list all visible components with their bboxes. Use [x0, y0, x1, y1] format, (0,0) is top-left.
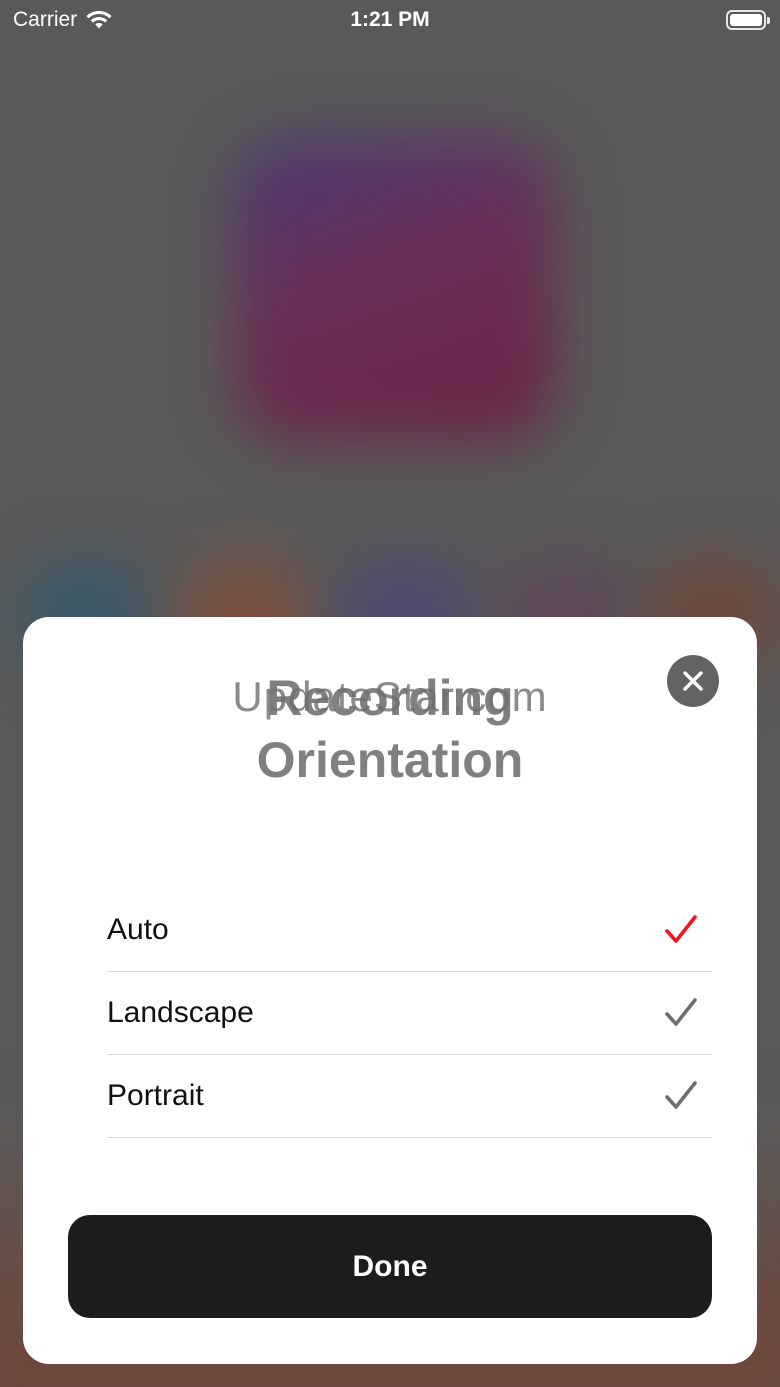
- status-bar: Carrier 1:21 PM: [0, 0, 780, 44]
- status-time: 1:21 PM: [350, 8, 430, 31]
- option-auto[interactable]: Auto: [107, 889, 712, 972]
- checkmark-icon: [665, 1081, 697, 1109]
- battery-fill: [730, 14, 762, 26]
- checkmark-icon: [665, 915, 697, 943]
- option-label: Auto: [107, 913, 169, 946]
- watermark-text: UpdateStar.com: [232, 673, 548, 720]
- checkmark-icon: [665, 998, 697, 1026]
- blurred-app-artwork: [235, 140, 555, 440]
- battery-tip: [767, 17, 770, 24]
- orientation-options: Auto Landscape Portrait: [107, 889, 712, 1138]
- option-label: Landscape: [107, 996, 254, 1029]
- done-button[interactable]: Done: [68, 1215, 712, 1318]
- orientation-sheet: Recording Orientation UpdateStar.com Aut…: [23, 617, 757, 1364]
- battery-icon: [726, 10, 770, 30]
- option-landscape[interactable]: Landscape: [107, 972, 712, 1055]
- option-label: Portrait: [107, 1079, 204, 1112]
- option-portrait[interactable]: Portrait: [107, 1055, 712, 1138]
